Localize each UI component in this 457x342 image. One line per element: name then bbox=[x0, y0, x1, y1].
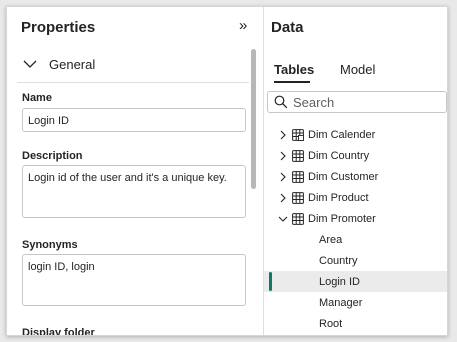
field-name: Login ID bbox=[319, 275, 360, 288]
table-item-dim-country[interactable]: Dim Country bbox=[264, 145, 447, 166]
field-name: Root bbox=[319, 317, 343, 330]
display-folder-label: Display folder bbox=[22, 327, 95, 335]
tab-tables[interactable]: Tables bbox=[274, 62, 314, 77]
description-field[interactable]: Login id of the user and it's a unique k… bbox=[22, 165, 246, 218]
synonyms-label: Synonyms bbox=[22, 239, 78, 251]
field-item-country[interactable]: Country bbox=[264, 250, 447, 271]
field-item-manager[interactable]: Manager bbox=[264, 292, 447, 313]
table-item-dim-promoter[interactable]: Dim Promoter bbox=[264, 208, 447, 229]
table-icon bbox=[292, 191, 304, 204]
search-icon bbox=[274, 95, 288, 109]
section-divider bbox=[17, 82, 249, 83]
table-item-dim-calender[interactable]: Dim Calender bbox=[264, 124, 447, 145]
collapse-pane-button[interactable]: » bbox=[239, 17, 255, 35]
chevron-right-icon bbox=[280, 151, 286, 160]
chevron-right-icon bbox=[280, 172, 286, 181]
calendar-table-icon bbox=[292, 128, 304, 141]
field-name: Manager bbox=[319, 296, 363, 309]
search-input[interactable]: Search bbox=[267, 91, 447, 113]
table-icon bbox=[292, 149, 304, 162]
table-item-dim-customer[interactable]: Dim Customer bbox=[264, 166, 447, 187]
chevron-down-icon bbox=[23, 60, 37, 68]
table-name: Dim Calender bbox=[308, 128, 376, 141]
field-item-root[interactable]: Root bbox=[264, 313, 447, 334]
table-icon bbox=[292, 212, 304, 225]
active-tab-indicator bbox=[274, 81, 310, 83]
table-name: Dim Promoter bbox=[308, 212, 376, 225]
properties-pane: Properties » General Name Login ID Descr… bbox=[7, 7, 259, 335]
name-field[interactable]: Login ID bbox=[22, 108, 246, 132]
synonyms-field[interactable]: login ID, login bbox=[22, 254, 246, 306]
data-title: Data bbox=[271, 19, 304, 36]
field-name: Country bbox=[319, 254, 358, 267]
data-pane: Data Tables Model Search Dim Calender Di… bbox=[264, 7, 447, 335]
description-label: Description bbox=[22, 150, 83, 162]
chevron-down-icon bbox=[278, 216, 288, 222]
search-placeholder: Search bbox=[293, 94, 335, 110]
table-item-dim-product[interactable]: Dim Product bbox=[264, 187, 447, 208]
field-item-area[interactable]: Area bbox=[264, 229, 447, 250]
table-name: Dim Customer bbox=[308, 170, 379, 183]
chevron-right-icon bbox=[280, 193, 286, 202]
properties-title: Properties bbox=[21, 19, 96, 36]
selection-indicator bbox=[269, 272, 272, 291]
table-icon bbox=[292, 170, 304, 183]
table-name: Dim Product bbox=[308, 191, 369, 204]
general-section-label: General bbox=[49, 56, 96, 72]
properties-scrollbar[interactable] bbox=[251, 49, 256, 189]
general-section-header[interactable]: General bbox=[21, 53, 241, 75]
tab-model[interactable]: Model bbox=[340, 62, 375, 77]
field-name: Area bbox=[319, 233, 343, 246]
name-label: Name bbox=[22, 92, 52, 104]
table-name: Dim Country bbox=[308, 149, 370, 162]
field-item-login-id[interactable]: Login ID bbox=[264, 271, 447, 292]
window-frame: Properties » General Name Login ID Descr… bbox=[6, 6, 448, 336]
chevron-right-icon bbox=[280, 130, 286, 139]
